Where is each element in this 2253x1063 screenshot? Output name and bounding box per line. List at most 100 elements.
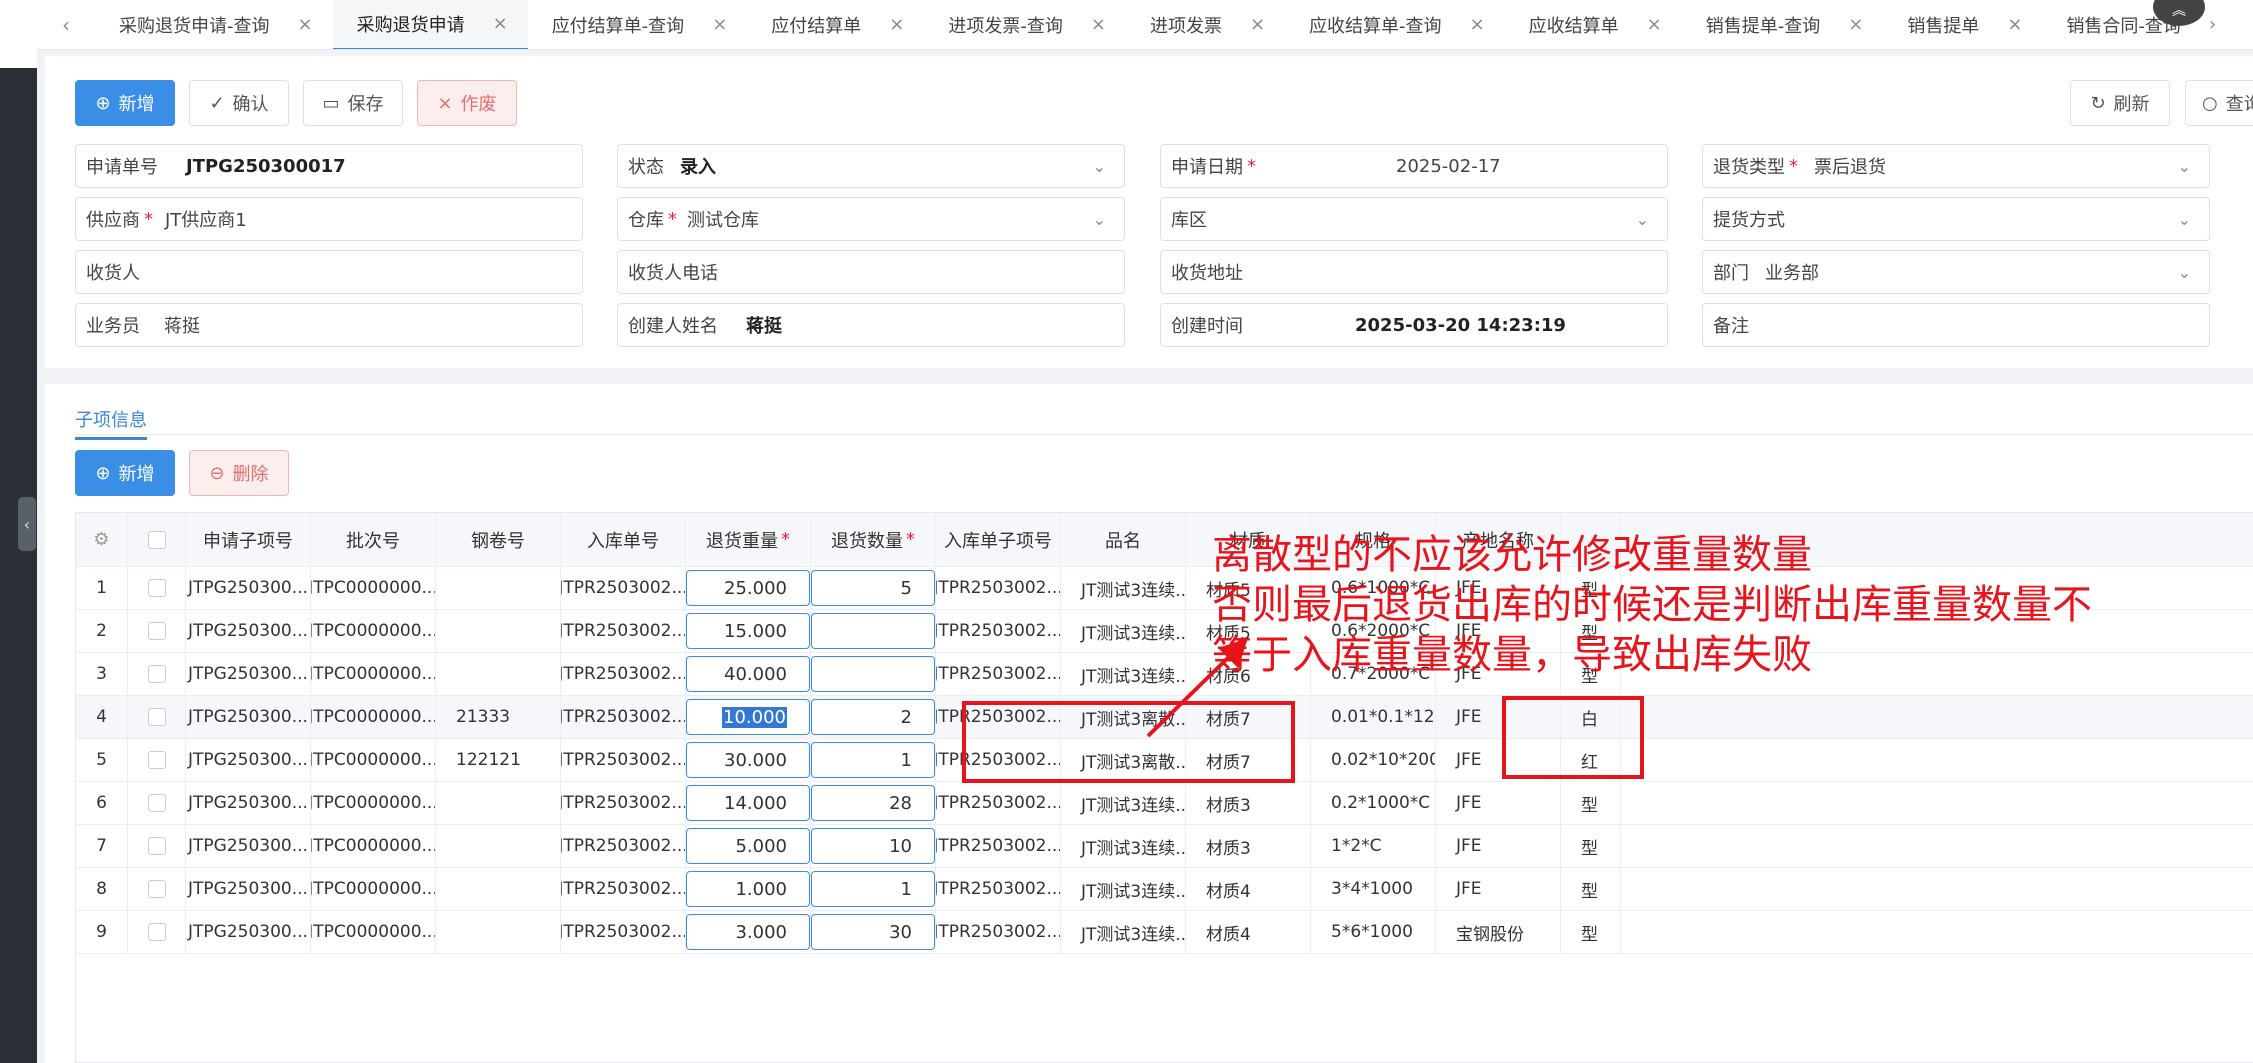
receiver-field[interactable]: 收货人 bbox=[75, 250, 583, 294]
tab-item[interactable]: 进项发票 × bbox=[1126, 0, 1285, 49]
row-checkbox[interactable] bbox=[147, 579, 166, 597]
zone-select[interactable]: 库区 ⌄ bbox=[1160, 197, 1668, 241]
return-qty-input[interactable]: 5 bbox=[811, 570, 935, 606]
warehouse-select[interactable]: 仓库 * 测试仓库 ⌄ bbox=[617, 197, 1125, 241]
detail-add-button[interactable]: ⊕ 新增 bbox=[75, 450, 175, 496]
column-header bbox=[128, 513, 186, 566]
close-icon[interactable]: × bbox=[1250, 14, 1265, 35]
table-cell-qty: 2 bbox=[811, 696, 936, 738]
status-select[interactable]: 状态 录入 ⌄ bbox=[617, 144, 1125, 188]
tab-item[interactable]: 销售提单-查询 × bbox=[1682, 0, 1884, 49]
table-row[interactable]: 9 JTPG250300... JTPC0000000... JTPR2503002.… bbox=[76, 911, 2253, 954]
supplier-field[interactable]: 供应商 * JT供应商1 bbox=[75, 197, 583, 241]
return-type-select[interactable]: 退货类型 * 票后退货 ⌄ bbox=[1702, 144, 2210, 188]
gear-icon[interactable]: ⚙ bbox=[93, 529, 109, 550]
column-header: ⚙ bbox=[76, 513, 128, 566]
return-qty-input[interactable]: 28 bbox=[811, 785, 935, 821]
close-icon: × bbox=[437, 92, 453, 114]
close-icon[interactable]: × bbox=[493, 13, 508, 34]
table-cell-spec: 0.2*1000*C bbox=[1311, 782, 1436, 824]
close-icon[interactable]: × bbox=[1647, 14, 1662, 35]
tab-item[interactable]: 采购退货申请 × bbox=[332, 0, 528, 49]
return-qty-input[interactable] bbox=[811, 656, 935, 692]
detail-delete-button[interactable]: ⊖ 删除 bbox=[189, 450, 289, 496]
table-row[interactable]: 8 JTPG250300... JTPC0000000... JTPR2503002.… bbox=[76, 868, 2253, 911]
close-icon[interactable]: × bbox=[889, 14, 904, 35]
row-checkbox[interactable] bbox=[147, 837, 166, 855]
table-cell-in-sub: JTPR2503002... bbox=[936, 567, 1061, 609]
tab-item[interactable]: 应收结算单-查询 × bbox=[1285, 0, 1505, 49]
return-weight-input[interactable]: 10.000 bbox=[686, 699, 810, 735]
close-icon[interactable]: × bbox=[1470, 14, 1485, 35]
receiver-phone-field[interactable]: 收货人电话 bbox=[617, 250, 1125, 294]
close-icon[interactable]: × bbox=[2007, 14, 2022, 35]
tab-item[interactable]: 采购退货申请-查询 × bbox=[95, 0, 333, 49]
table-cell-sub-no: JTPG250300... bbox=[186, 696, 311, 738]
return-weight-input[interactable]: 5.000 bbox=[686, 828, 810, 864]
void-button[interactable]: × 作废 bbox=[417, 80, 517, 126]
return-weight-input[interactable]: 1.000 bbox=[686, 871, 810, 907]
receiver-address-field[interactable]: 收货地址 bbox=[1160, 250, 1668, 294]
chevron-down-icon: ⌄ bbox=[2177, 263, 2191, 282]
save-button[interactable]: ▭ 保存 bbox=[303, 80, 403, 126]
select-all-checkbox[interactable] bbox=[147, 530, 166, 549]
table-row[interactable]: 6 JTPG250300... JTPC0000000... JTPR2503002.… bbox=[76, 782, 2253, 825]
return-qty-input[interactable]: 1 bbox=[811, 871, 935, 907]
row-checkbox[interactable] bbox=[147, 751, 166, 769]
row-checkbox[interactable] bbox=[147, 622, 166, 640]
return-weight-input[interactable]: 15.000 bbox=[686, 613, 810, 649]
department-select[interactable]: 部门 业务部 ⌄ bbox=[1702, 250, 2210, 294]
sidebar-collapse-handle[interactable]: ‹ bbox=[18, 497, 36, 551]
row-checkbox[interactable] bbox=[147, 923, 166, 941]
tab-item[interactable]: 销售合同-查询 › bbox=[2042, 0, 2236, 49]
return-weight-input[interactable]: 3.000 bbox=[686, 914, 810, 950]
tab-item[interactable]: 进项发票-查询 × bbox=[924, 0, 1126, 49]
return-qty-input[interactable]: 2 bbox=[811, 699, 935, 735]
row-checkbox[interactable] bbox=[147, 880, 166, 898]
return-qty-input[interactable]: 1 bbox=[811, 742, 935, 778]
row-checkbox[interactable] bbox=[147, 665, 166, 683]
table-row[interactable]: 7 JTPG250300... JTPC0000000... JTPR2503002.… bbox=[76, 825, 2253, 868]
return-weight-input[interactable]: 25.000 bbox=[686, 570, 810, 606]
table-cell-name: JT测试3连续... bbox=[1061, 911, 1186, 953]
close-icon[interactable]: × bbox=[1091, 14, 1106, 35]
table-cell-sub-no: JTPG250300... bbox=[186, 825, 311, 867]
return-weight-input[interactable]: 30.000 bbox=[686, 742, 810, 778]
confirm-button[interactable]: ✓ 确认 bbox=[189, 80, 289, 126]
row-checkbox[interactable] bbox=[147, 708, 166, 726]
return-weight-input[interactable]: 40.000 bbox=[686, 656, 810, 692]
tab-prev-button[interactable]: ‹ bbox=[37, 0, 95, 49]
close-icon[interactable]: × bbox=[1848, 14, 1863, 35]
table-cell-chk bbox=[128, 868, 186, 910]
table-cell-qty: 1 bbox=[811, 868, 936, 910]
tab-item[interactable]: 应收结算单 × bbox=[1505, 0, 1682, 49]
row-checkbox[interactable] bbox=[147, 794, 166, 812]
tab-item[interactable]: 应付结算单-查询 × bbox=[528, 0, 748, 49]
salesman-field[interactable]: 业务员 蒋挺 bbox=[75, 303, 583, 347]
table-cell-in-sub: JTPR2503002... bbox=[936, 782, 1061, 824]
refresh-button[interactable]: ↻ 刷新 bbox=[2070, 80, 2170, 126]
return-qty-input[interactable]: 10 bbox=[811, 828, 935, 864]
close-icon[interactable]: × bbox=[298, 14, 313, 35]
return-qty-input[interactable] bbox=[811, 613, 935, 649]
close-icon[interactable]: × bbox=[712, 14, 727, 35]
apply-date-field[interactable]: 申请日期 * 2025-02-17 bbox=[1160, 144, 1668, 188]
chevron-right-icon[interactable]: › bbox=[2209, 14, 2216, 35]
remark-field[interactable]: 备注 bbox=[1702, 303, 2210, 347]
tab-item[interactable]: 应付结算单 × bbox=[747, 0, 924, 49]
table-cell-in-no: JTPR2503002... bbox=[561, 567, 686, 609]
column-header: 退货数量 * bbox=[811, 513, 936, 566]
check-icon: ✓ bbox=[209, 92, 225, 114]
query-button[interactable]: ○ 查询 bbox=[2185, 80, 2253, 126]
table-cell-weight: 14.000 bbox=[686, 782, 811, 824]
pickup-method-select[interactable]: 提货方式 ⌄ bbox=[1702, 197, 2210, 241]
return-qty-input[interactable]: 30 bbox=[811, 914, 935, 950]
table-cell-coil: 122121 bbox=[436, 739, 561, 781]
return-weight-input[interactable]: 14.000 bbox=[686, 785, 810, 821]
add-button[interactable]: ⊕ 新增 bbox=[75, 80, 175, 126]
tab-item[interactable]: 销售提单 × bbox=[1883, 0, 2042, 49]
chevron-left-icon: ‹ bbox=[23, 514, 31, 534]
table-cell-qty: 5 bbox=[811, 567, 936, 609]
table-cell-coil bbox=[436, 653, 561, 695]
apply-no-field[interactable]: 申请单号 JTPG250300017 bbox=[75, 144, 583, 188]
